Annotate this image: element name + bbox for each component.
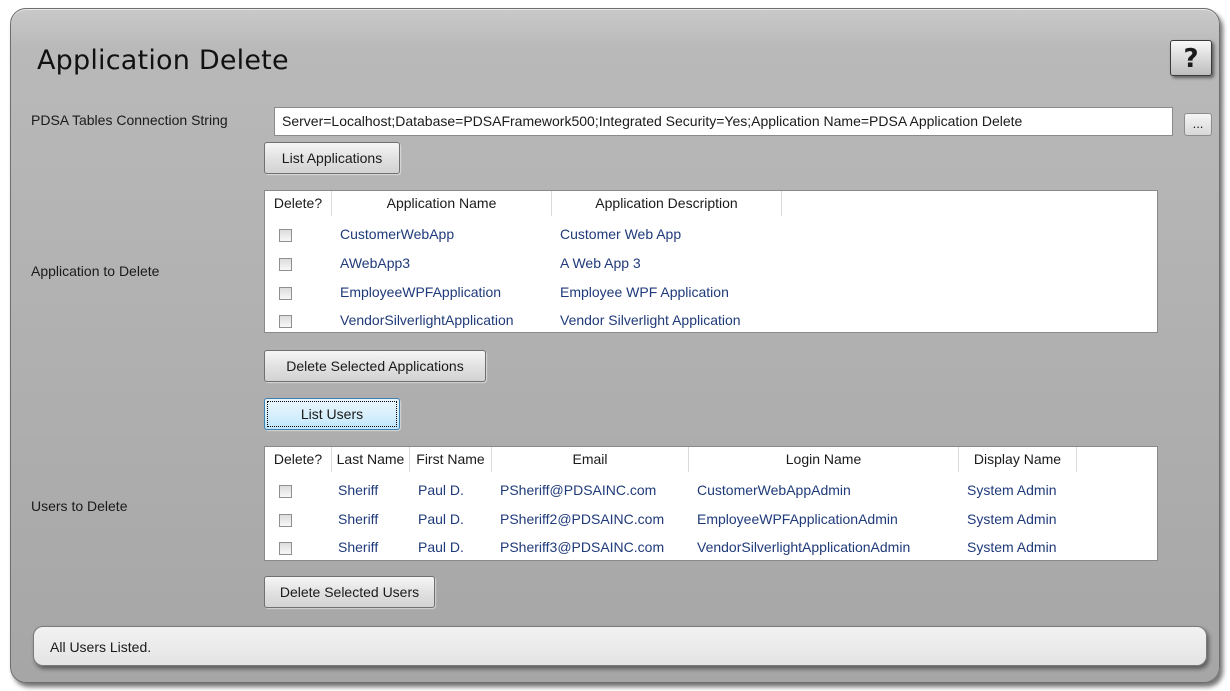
page-title: Application Delete — [37, 45, 289, 76]
applications-grid-header: Delete? Application Name Application Des… — [265, 191, 782, 216]
delete-checkbox[interactable] — [279, 286, 292, 300]
delete-checkbox[interactable] — [279, 314, 292, 328]
table-row[interactable]: EmployeeWPFApplication Employee WPF Appl… — [265, 278, 782, 307]
first-name-cell: Paul D. — [418, 511, 464, 527]
column-header-last-name[interactable]: Last Name — [332, 447, 410, 472]
row-delete-cell[interactable] — [265, 220, 332, 249]
last-name-cell: Sheriff — [338, 539, 379, 555]
users-grid-header: Delete? Last Name First Name Email Login… — [265, 447, 1077, 472]
browse-connection-button[interactable]: ... — [1184, 113, 1212, 136]
email-cell: PSheriff2@PDSAINC.com — [500, 511, 665, 527]
last-name-cell: Sheriff — [338, 511, 379, 527]
application-description-cell: Vendor Silverlight Application — [560, 312, 741, 328]
users-grid: Delete? Last Name First Name Email Login… — [264, 446, 1158, 561]
application-section-label: Application to Delete — [31, 263, 160, 279]
display-name-cell: System Admin — [967, 539, 1057, 555]
table-row[interactable]: Sheriff Paul D. PSheriff2@PDSAINC.com Em… — [265, 505, 1077, 534]
table-row[interactable]: VendorSilverlightApplication Vendor Silv… — [265, 306, 782, 335]
column-header-first-name[interactable]: First Name — [410, 447, 492, 472]
column-header-application-description[interactable]: Application Description — [552, 191, 782, 216]
row-delete-cell[interactable] — [265, 249, 332, 278]
email-cell: PSheriff@PDSAINC.com — [500, 482, 657, 498]
delete-selected-users-button[interactable]: Delete Selected Users — [264, 576, 435, 608]
column-header-application-name[interactable]: Application Name — [332, 191, 552, 216]
application-name-cell: VendorSilverlightApplication — [340, 312, 514, 328]
app-window: Application Delete ? PDSA Tables Connect… — [10, 8, 1220, 683]
users-section-label: Users to Delete — [31, 498, 128, 514]
login-name-cell: CustomerWebAppAdmin — [697, 482, 851, 498]
display-name-cell: System Admin — [967, 511, 1057, 527]
application-description-cell: Customer Web App — [560, 226, 682, 242]
application-name-cell: CustomerWebApp — [340, 226, 455, 242]
list-applications-button[interactable]: List Applications — [264, 142, 400, 174]
row-delete-cell[interactable] — [265, 278, 332, 307]
login-name-cell: VendorSilverlightApplicationAdmin — [697, 539, 911, 555]
help-button[interactable]: ? — [1170, 40, 1212, 76]
display-name-cell: System Admin — [967, 482, 1057, 498]
table-row[interactable]: Sheriff Paul D. PSheriff3@PDSAINC.com Ve… — [265, 533, 1077, 562]
delete-checkbox[interactable] — [279, 541, 292, 555]
row-delete-cell[interactable] — [265, 533, 332, 562]
last-name-cell: Sheriff — [338, 482, 379, 498]
delete-checkbox[interactable] — [279, 513, 292, 527]
column-header-email[interactable]: Email — [492, 447, 689, 472]
list-users-button[interactable]: List Users — [264, 398, 400, 430]
delete-checkbox[interactable] — [279, 484, 292, 498]
application-description-cell: A Web App 3 — [560, 255, 641, 271]
column-header-display-name[interactable]: Display Name — [959, 447, 1077, 472]
connection-string-input[interactable]: Server=Localhost;Database=PDSAFramework5… — [274, 107, 1173, 136]
first-name-cell: Paul D. — [418, 539, 464, 555]
column-header-delete[interactable]: Delete? — [265, 447, 332, 472]
table-row[interactable]: AWebApp3 A Web App 3 — [265, 249, 782, 278]
table-row[interactable]: CustomerWebApp Customer Web App — [265, 220, 782, 249]
application-name-cell: EmployeeWPFApplication — [340, 284, 502, 300]
status-bar: All Users Listed. — [33, 626, 1207, 666]
login-name-cell: EmployeeWPFApplicationAdmin — [697, 511, 898, 527]
connection-string-label: PDSA Tables Connection String — [31, 112, 228, 128]
applications-grid: Delete? Application Name Application Des… — [264, 190, 1158, 333]
delete-checkbox[interactable] — [279, 257, 292, 271]
table-row[interactable]: Sheriff Paul D. PSheriff@PDSAINC.com Cus… — [265, 476, 1077, 505]
row-delete-cell[interactable] — [265, 476, 332, 505]
row-delete-cell[interactable] — [265, 306, 332, 335]
delete-selected-applications-button[interactable]: Delete Selected Applications — [264, 350, 486, 382]
application-description-cell: Employee WPF Application — [560, 284, 729, 300]
column-header-delete[interactable]: Delete? — [265, 191, 332, 216]
application-name-cell: AWebApp3 — [340, 255, 411, 271]
email-cell: PSheriff3@PDSAINC.com — [500, 539, 665, 555]
delete-checkbox[interactable] — [279, 228, 292, 242]
row-delete-cell[interactable] — [265, 505, 332, 534]
column-header-login-name[interactable]: Login Name — [689, 447, 959, 472]
first-name-cell: Paul D. — [418, 482, 464, 498]
